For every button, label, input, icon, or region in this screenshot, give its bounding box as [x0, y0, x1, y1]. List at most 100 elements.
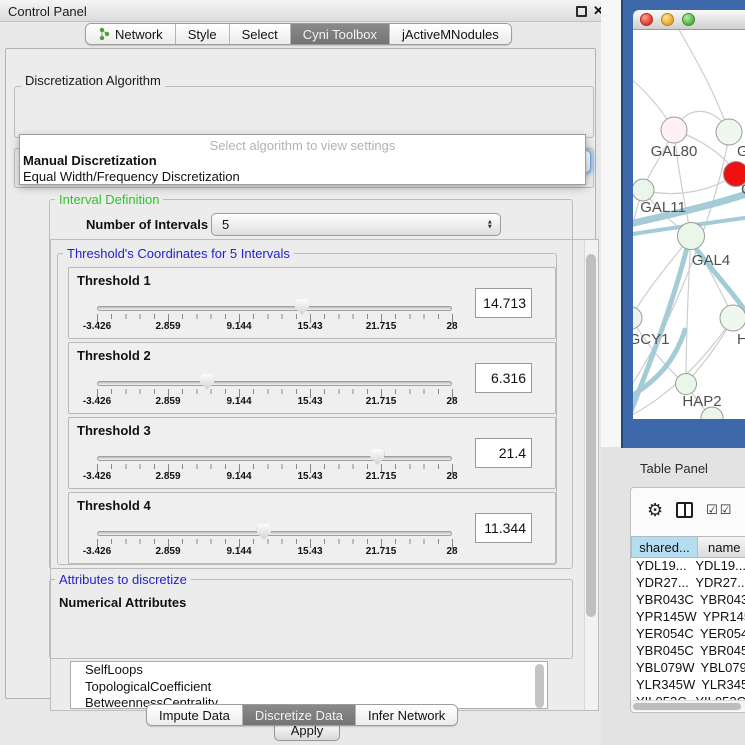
- tab-impute-data[interactable]: Impute Data: [147, 705, 243, 725]
- cell-shared-name: YDL19...: [631, 558, 689, 575]
- slider-tick-label: 2.859: [155, 321, 180, 332]
- threshold-box: Threshold 2-3.4262.8599.14415.4321.71528…: [68, 342, 556, 414]
- node-label: GAL4: [692, 252, 730, 269]
- threshold-box: Threshold 4-3.4262.8599.14415.4321.71528…: [68, 492, 556, 564]
- minimize-traffic-light-icon[interactable]: [661, 13, 674, 26]
- tab-cyni-toolbox[interactable]: Cyni Toolbox: [291, 24, 390, 44]
- interval-definition-group-title: Interval Definition: [55, 192, 163, 207]
- table-rows: YDL19...YDL19...YDR27...YDR27...YBR043CY…: [631, 558, 745, 700]
- threshold-value-field[interactable]: 21.4: [475, 438, 532, 468]
- slider-rail[interactable]: [97, 381, 452, 386]
- list-item[interactable]: TopologicalCoefficient: [71, 679, 547, 696]
- slider-thumb[interactable]: [295, 299, 309, 315]
- network-node-ga[interactable]: [716, 119, 742, 145]
- top-tab-bar: NetworkStyle Select Cyni Toolbox jActiveMNo…: [85, 23, 512, 45]
- network-node-gal80[interactable]: [661, 117, 687, 143]
- cell-name: YLR345W: [695, 677, 745, 694]
- number-of-intervals-combobox[interactable]: 5 ▲▼: [211, 213, 501, 236]
- slider-rail[interactable]: [97, 531, 452, 536]
- threshold-label: Threshold 1: [77, 273, 151, 288]
- slider-tick-label: -3.426: [83, 321, 111, 332]
- dropdown-option[interactable]: Manual Discretization: [20, 153, 585, 169]
- tab-label: Select: [242, 27, 278, 42]
- cell-name: YBL079W: [695, 660, 745, 677]
- network-node-gal11[interactable]: [633, 179, 654, 201]
- slider-tick-label: 28: [446, 546, 457, 557]
- list-scrollbar-thumb[interactable]: [535, 664, 544, 708]
- network-node-hap2[interactable]: [676, 374, 697, 395]
- table-row[interactable]: YBR045CYBR045C: [631, 643, 745, 660]
- threshold-label: Threshold 2: [77, 348, 151, 363]
- dropdown-prompt-item[interactable]: Select algorithm to view settings: [20, 138, 585, 153]
- tab-select[interactable]: Select: [230, 24, 291, 44]
- slider-thumb[interactable]: [370, 449, 384, 465]
- node-label: HAP2: [682, 393, 721, 410]
- slider-tick-label: 15.43: [297, 471, 322, 482]
- tab-network[interactable]: Network: [86, 24, 176, 44]
- tab-infer-network[interactable]: Infer Network: [356, 705, 457, 725]
- network-node-gcy1[interactable]: [633, 307, 642, 329]
- tab-style[interactable]: Style: [176, 24, 230, 44]
- node-label: GAL80: [651, 143, 698, 160]
- checkbox-icon[interactable]: ☑: [720, 502, 732, 518]
- threshold-value-field[interactable]: 6.316: [475, 363, 532, 393]
- cell-shared-name: YBL079W: [631, 660, 695, 677]
- tab-label: Impute Data: [159, 708, 230, 723]
- slider-minor-ticks: [97, 314, 453, 319]
- table-row[interactable]: YER054CYER054C: [631, 626, 745, 643]
- network-canvas[interactable]: GAL80GACGAL11GAL4GCY1HHAP2: [633, 30, 745, 419]
- algorithm-dropdown-popup: Select algorithm to view settings Manual…: [19, 134, 586, 185]
- split-columns-icon[interactable]: [676, 502, 693, 518]
- cell-shared-name: YLR345W: [631, 677, 695, 694]
- column-header-name[interactable]: name: [698, 536, 745, 558]
- checkbox-icon[interactable]: ☑: [706, 502, 718, 518]
- cell-shared-name: YBR045C: [631, 643, 694, 660]
- cell-shared-name: YPR145W: [631, 609, 697, 626]
- slider-tick-label: -3.426: [83, 546, 111, 557]
- tab-discretize-data[interactable]: Discretize Data: [243, 705, 356, 725]
- network-node-gal4[interactable]: [678, 223, 705, 250]
- table-hscrollbar-track[interactable]: [631, 700, 745, 711]
- number-of-intervals-value: 5: [222, 217, 229, 232]
- table-row[interactable]: YDL19...YDL19...: [631, 558, 745, 575]
- table-row[interactable]: YPR145WYPR145W: [631, 609, 745, 626]
- network-window-titlebar: [633, 10, 745, 30]
- network-edge[interactable]: [643, 174, 736, 193]
- column-header-shared-name[interactable]: shared...: [631, 536, 698, 558]
- node-label: C: [741, 181, 745, 198]
- slider-tick-label: 28: [446, 471, 457, 482]
- node-label: H: [737, 331, 745, 348]
- slider-rail[interactable]: [97, 456, 452, 461]
- list-item[interactable]: SelfLoops: [71, 662, 547, 679]
- slider-thumb[interactable]: [257, 524, 271, 540]
- discretization-algorithm-group: [14, 86, 594, 138]
- slider-rail[interactable]: [97, 306, 452, 311]
- dropdown-option[interactable]: Equal Width/Frequency Discretization: [20, 169, 585, 185]
- slider-tick-label: -3.426: [83, 396, 111, 407]
- threshold-value-field[interactable]: 14.713: [475, 288, 532, 318]
- table-row[interactable]: YBL079WYBL079W: [631, 660, 745, 677]
- slider-tick-label: 2.859: [155, 396, 180, 407]
- cell-shared-name: YER054C: [631, 626, 694, 643]
- numerical-attributes-label: Numerical Attributes: [59, 595, 186, 610]
- attributes-group: [49, 579, 573, 659]
- table-row[interactable]: YBR043CYBR043C: [631, 592, 745, 609]
- gear-icon[interactable]: ⚙: [647, 501, 663, 519]
- table-hscrollbar-thumb[interactable]: [633, 703, 741, 710]
- table-row[interactable]: YLR345WYLR345W: [631, 677, 745, 694]
- table-row[interactable]: YDR27...YDR27...: [631, 575, 745, 592]
- network-edge[interactable]: [633, 236, 691, 318]
- numerical-attributes-list[interactable]: SelfLoopsTopologicalCoefficientBetweenne…: [70, 661, 548, 709]
- network-node-h[interactable]: [720, 305, 745, 331]
- slider-tick-label: 9.144: [226, 321, 251, 332]
- slider-thumb[interactable]: [200, 374, 214, 390]
- close-traffic-light-icon[interactable]: [640, 13, 653, 26]
- tab-jactivemnodules[interactable]: jActiveMNodules: [390, 24, 511, 44]
- float-window-icon[interactable]: [576, 6, 587, 17]
- tab-label: jActiveMNodules: [402, 27, 499, 42]
- slider-tick-label: 21.715: [366, 321, 397, 332]
- settings-scrollbar-thumb[interactable]: [586, 254, 596, 617]
- threshold-value-field[interactable]: 11.344: [475, 513, 532, 543]
- zoom-traffic-light-icon[interactable]: [682, 13, 695, 26]
- slider-tick-label: -3.426: [83, 471, 111, 482]
